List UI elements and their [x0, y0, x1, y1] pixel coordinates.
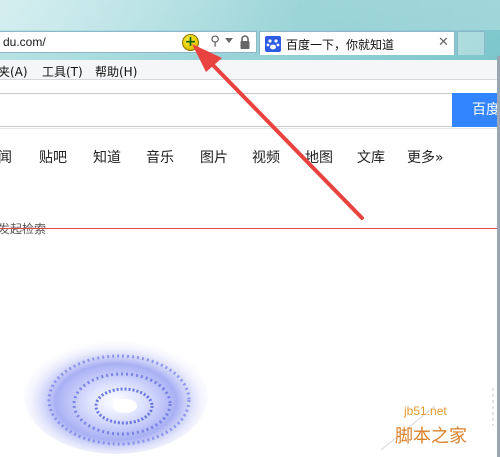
chrome-sheen: [0, 0, 500, 30]
nav-link-wenku[interactable]: 文库: [357, 147, 385, 167]
add-favorite-icon[interactable]: +: [182, 34, 199, 51]
menu-item-tools[interactable]: 工具(T): [42, 63, 83, 80]
browser-chrome: du.com/ + ⚲ 百度一下，你就知道 ✕: [0, 0, 500, 60]
baidu-paw-icon: [265, 36, 281, 52]
nav-link-more[interactable]: 更多»: [407, 147, 444, 167]
red-divider-line: [0, 228, 500, 229]
new-tab-button[interactable]: [457, 31, 485, 55]
loading-spinner-icon: [24, 338, 208, 454]
menu-bar: 夹(A) 工具(T) 帮助(H): [0, 60, 500, 80]
search-button[interactable]: 百度: [452, 93, 500, 127]
close-icon[interactable]: ✕: [438, 35, 449, 50]
address-bar[interactable]: du.com/ + ⚲: [0, 31, 257, 53]
watermark-name: 脚本之家: [395, 426, 467, 447]
watermark-url: jb51.net: [404, 404, 447, 418]
nav-divider: [0, 128, 500, 129]
page-search-area: 百度: [0, 80, 500, 128]
nav-link-images[interactable]: 图片: [200, 147, 228, 167]
search-input[interactable]: [0, 93, 452, 127]
nav-link-zhidao[interactable]: 知道: [93, 147, 121, 167]
address-text[interactable]: du.com/: [3, 35, 46, 49]
menu-item-help[interactable]: 帮助(H): [95, 63, 137, 80]
lock-icon[interactable]: [239, 35, 251, 50]
chevron-down-icon[interactable]: [225, 38, 233, 43]
search-icon[interactable]: ⚲: [206, 34, 224, 51]
browser-tab[interactable]: 百度一下，你就知道 ✕: [259, 31, 455, 55]
nav-link-map[interactable]: 地图: [305, 147, 333, 167]
nav-link-news[interactable]: 闻: [0, 147, 12, 167]
nav-link-music[interactable]: 音乐: [146, 147, 174, 167]
menu-item-favorites[interactable]: 夹(A): [0, 63, 28, 80]
nav-link-video[interactable]: 视频: [252, 147, 280, 167]
tab-title: 百度一下，你就知道: [286, 38, 395, 52]
nav-link-tieba[interactable]: 贴吧: [39, 147, 67, 167]
